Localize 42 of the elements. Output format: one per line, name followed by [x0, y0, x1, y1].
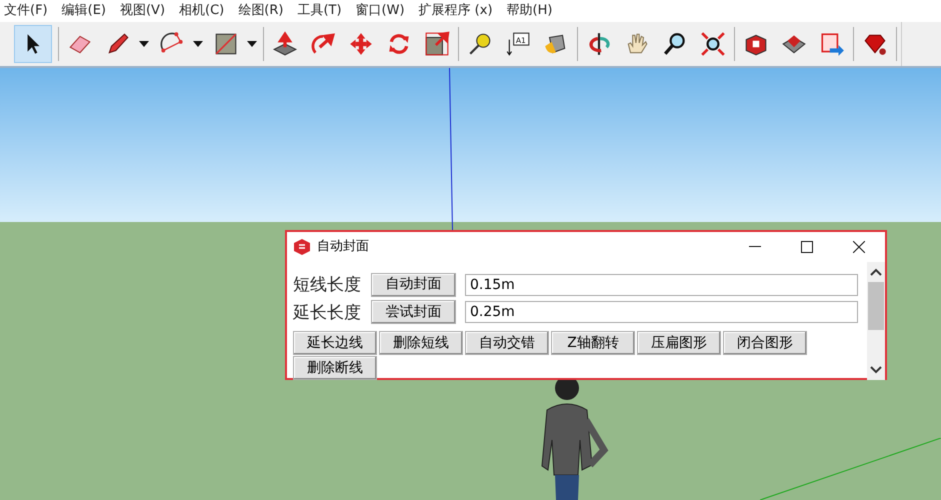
menu-item[interactable]: 视图(V)	[120, 1, 166, 21]
scale-icon	[424, 31, 450, 57]
menu-item[interactable]: 帮助(H)	[506, 1, 552, 21]
scroll-thumb[interactable]	[868, 282, 884, 330]
menu-item[interactable]: 绘图(R)	[238, 1, 284, 21]
action-button[interactable]: 自动封面	[371, 272, 456, 297]
action-button[interactable]: 自动交错	[465, 331, 549, 355]
export-icon	[819, 31, 845, 57]
menu-item[interactable]: 工具(T)	[297, 1, 342, 21]
zoom-extents-icon	[700, 31, 726, 57]
scroll-up-icon[interactable]	[869, 266, 883, 278]
input-field[interactable]: 0.25m	[465, 301, 858, 324]
action-button[interactable]: Z轴翻转	[551, 331, 635, 355]
field-label: 短线长度	[293, 274, 362, 296]
caret-icon[interactable]	[247, 41, 257, 47]
action-button[interactable]: 闭合图形	[723, 331, 807, 355]
push-pull-icon	[272, 31, 298, 57]
move-arrows-icon	[348, 31, 374, 57]
toolbar-button[interactable]	[14, 25, 52, 63]
window-title: 自动封面	[317, 238, 369, 256]
action-button[interactable]: 延长边线	[293, 331, 377, 355]
menu-item[interactable]: 扩展程序 (x)	[418, 1, 493, 21]
action-button[interactable]: 删除短线	[379, 331, 463, 355]
action-button[interactable]: 尝试封面	[371, 300, 456, 324]
maximize-icon	[801, 241, 813, 253]
tape-measure-icon	[467, 31, 493, 57]
scrollbar[interactable]	[867, 262, 885, 380]
minimize-icon	[749, 246, 761, 248]
menu-item[interactable]: 相机(C)	[179, 1, 224, 21]
action-button[interactable]: 压扁图形	[637, 331, 721, 355]
input-field[interactable]: 0.15m	[465, 274, 858, 296]
menu-item[interactable]: 文件(F)	[4, 1, 48, 21]
close-icon	[853, 241, 865, 253]
rectangle-icon	[213, 31, 239, 57]
caret-icon[interactable]	[139, 41, 149, 47]
scroll-down-icon[interactable]	[869, 364, 883, 376]
field-label: 延长长度	[293, 302, 362, 324]
menu-item[interactable]: 窗口(W)	[356, 1, 405, 21]
action-button[interactable]: 删除断线	[293, 356, 377, 380]
caret-icon[interactable]	[193, 41, 203, 47]
menu-item[interactable]: 编辑(E)	[62, 1, 106, 21]
app-logo-icon	[293, 239, 311, 255]
